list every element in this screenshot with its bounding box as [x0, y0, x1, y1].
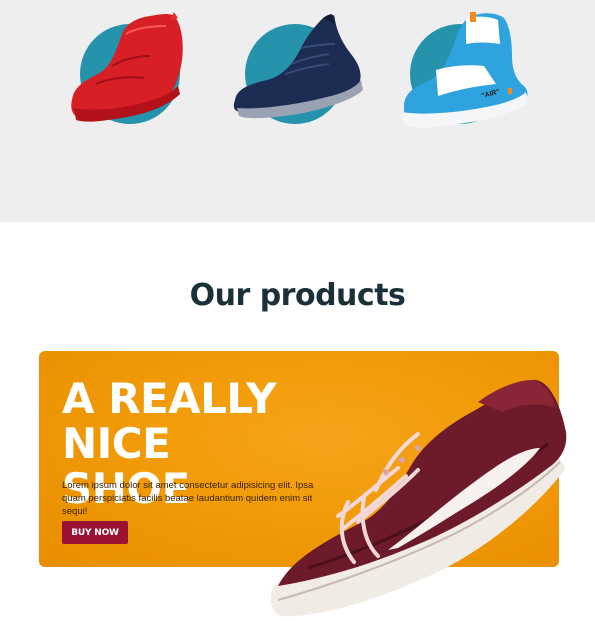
maroon-skate-shoe-image [270, 379, 567, 617]
navy-sneaker-image [233, 14, 363, 119]
product-thumb-navy-sneaker[interactable] [231, 4, 371, 134]
product-thumbnails-strip: "AIR" [0, 0, 595, 222]
section-title: Our products [189, 278, 406, 313]
blue-sneaker-image: "AIR" [402, 12, 528, 128]
product-thumb-blue-sneaker[interactable]: "AIR" [396, 4, 536, 134]
product-thumb-red-sneaker[interactable] [66, 4, 206, 134]
red-sneaker-image [71, 12, 183, 122]
buy-now-button[interactable]: BUY NOW [62, 521, 128, 544]
